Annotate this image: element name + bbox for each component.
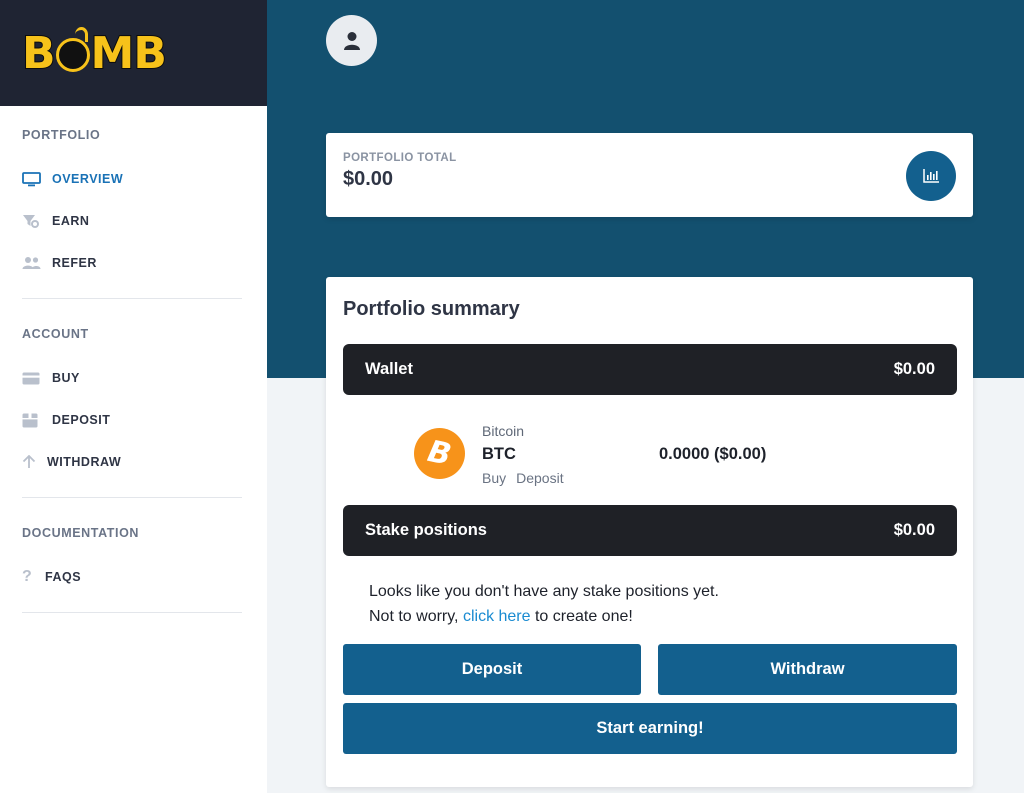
- documentation-section: DOCUMENTATION ? FAQS: [0, 526, 267, 598]
- wallet-label: Wallet: [365, 360, 413, 378]
- section-title-documentation: DOCUMENTATION: [22, 526, 140, 540]
- section-title-portfolio: PORTFOLIO: [22, 128, 101, 142]
- account-section: ACCOUNT BUY DEPOSIT WITHDRAW: [0, 327, 267, 483]
- empty-line-1: Looks like you don't have any stake posi…: [369, 583, 719, 600]
- sidebar-item-label: WITHDRAW: [47, 455, 122, 469]
- logo-text-a: B: [21, 27, 57, 80]
- empty-line-2-pre: Not to worry,: [369, 608, 463, 625]
- users-icon: [22, 256, 52, 270]
- sidebar-item-overview[interactable]: OVERVIEW: [22, 158, 267, 200]
- stake-value: $0.00: [893, 521, 935, 539]
- portfolio-summary-card: Portfolio summary Wallet $0.00 B Bitcoin…: [326, 277, 973, 787]
- coin-buy-link[interactable]: Buy: [482, 470, 506, 486]
- coin-deposit-link[interactable]: Deposit: [516, 470, 563, 486]
- divider: [22, 612, 242, 613]
- box-icon: [22, 413, 52, 428]
- wallet-value: $0.00: [893, 360, 935, 378]
- portfolio-section: PORTFOLIO OVERVIEW EARN REFER: [0, 128, 267, 284]
- summary-title: Portfolio summary: [343, 298, 520, 320]
- sidebar: B MB PORTFOLIO OVERVIEW EARN REFER ACCOU…: [0, 0, 267, 793]
- section-title-account: ACCOUNT: [22, 327, 89, 341]
- sidebar-item-label: OVERVIEW: [52, 172, 124, 186]
- arrow-up-icon: [22, 455, 47, 469]
- user-avatar-button[interactable]: [326, 15, 377, 66]
- portfolio-total-value: $0.00: [343, 168, 394, 190]
- coin-symbol: BTC: [482, 445, 516, 463]
- coin-row-btc: B Bitcoin BTC Buy Deposit 0.0000 ($0.00): [414, 421, 954, 491]
- empty-stake-message: Looks like you don't have any stake posi…: [369, 579, 719, 629]
- sidebar-item-earn[interactable]: EARN: [22, 200, 267, 242]
- empty-line-2-post: to create one!: [530, 608, 633, 625]
- stake-positions-bar: Stake positions $0.00: [343, 505, 957, 556]
- sidebar-item-buy[interactable]: BUY: [22, 357, 267, 399]
- logo-text-b: MB: [90, 27, 168, 80]
- coin-balance: 0.0000 ($0.00): [659, 445, 767, 463]
- sidebar-item-withdraw[interactable]: WITHDRAW: [22, 441, 267, 483]
- sidebar-item-refer[interactable]: REFER: [22, 242, 267, 284]
- filter-coin-icon: [22, 213, 52, 229]
- question-icon: ?: [22, 568, 33, 585]
- bar-chart-icon: [922, 169, 939, 183]
- portfolio-total-label: PORTFOLIO TOTAL: [343, 152, 457, 164]
- create-stake-link[interactable]: click here: [463, 608, 531, 625]
- sidebar-item-label: FAQS: [45, 570, 82, 584]
- divider: [22, 298, 242, 299]
- bomb-icon: [55, 27, 90, 72]
- sidebar-item-deposit[interactable]: DEPOSIT: [22, 399, 267, 441]
- user-icon: [343, 31, 360, 50]
- coin-name: Bitcoin: [482, 423, 525, 439]
- chart-button[interactable]: [906, 151, 956, 201]
- start-earning-button[interactable]: Start earning!: [343, 703, 957, 754]
- monitor-icon: [22, 171, 52, 187]
- stake-label: Stake positions: [365, 521, 487, 539]
- credit-card-icon: [22, 372, 52, 385]
- wallet-bar: Wallet $0.00: [343, 344, 957, 395]
- coin-links: Buy Deposit: [482, 470, 564, 486]
- sidebar-item-faqs[interactable]: ? FAQS: [22, 556, 267, 598]
- sidebar-item-label: DEPOSIT: [52, 413, 111, 427]
- sidebar-item-label: BUY: [52, 371, 80, 385]
- divider: [22, 497, 242, 498]
- logo[interactable]: B MB: [0, 0, 267, 106]
- deposit-button[interactable]: Deposit: [343, 644, 641, 695]
- sidebar-item-label: REFER: [52, 256, 97, 270]
- bitcoin-icon: B: [414, 428, 465, 479]
- sidebar-item-label: EARN: [52, 214, 90, 228]
- portfolio-total-card: PORTFOLIO TOTAL $0.00: [326, 133, 973, 217]
- withdraw-button[interactable]: Withdraw: [658, 644, 957, 695]
